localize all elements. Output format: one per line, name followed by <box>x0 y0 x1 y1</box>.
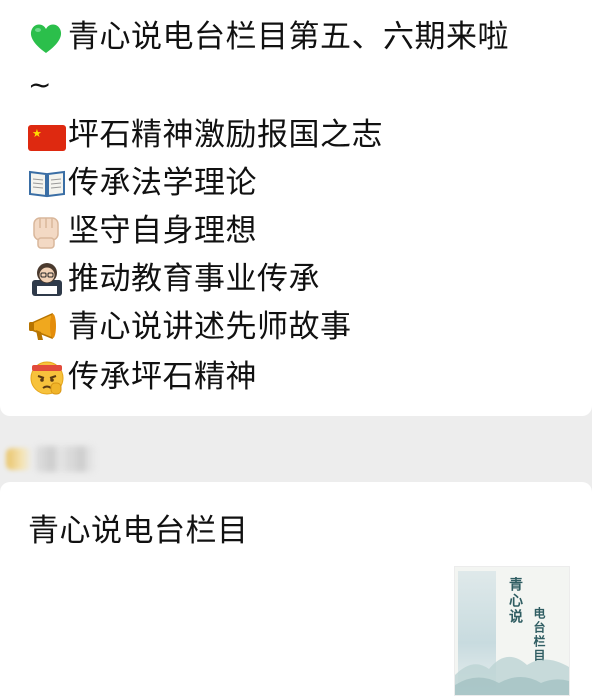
china-flag-icon: ★ <box>28 125 66 151</box>
determined-face-icon <box>28 358 66 396</box>
list-item-text: 推动教育事业传承 <box>68 261 320 297</box>
list-item-text: 传承坪石精神 <box>68 359 257 395</box>
green-heart-icon <box>28 18 66 56</box>
tilde-text: ~ <box>28 68 52 101</box>
list-item: 青心说讲述先师故事 <box>28 304 352 350</box>
list-item: 传承法学理论 <box>28 160 257 206</box>
list-item-text: 青心说讲述先师故事 <box>68 309 352 345</box>
sender-name-blurred <box>36 446 94 472</box>
list-item: 传承坪石精神 <box>28 354 257 400</box>
list-item: 坚守自身理想 <box>28 208 257 254</box>
message-title: 青心说电台栏目第五、六期来啦 <box>68 19 509 55</box>
megaphone-icon <box>28 308 66 346</box>
shared-link-title[interactable]: 青心说电台栏目 <box>28 508 249 554</box>
teacher-icon <box>28 260 66 298</box>
avatar[interactable] <box>6 448 32 470</box>
thumbnail-title-line1: 青心说 <box>507 577 523 625</box>
list-item: ★ 坪石精神激励报国之志 <box>28 112 383 158</box>
message-title-line: 青心说电台栏目第五、六期来啦 <box>28 14 509 60</box>
list-item-text: 坚守自身理想 <box>68 213 257 249</box>
open-book-icon <box>28 164 66 202</box>
list-item-text: 传承法学理论 <box>68 165 257 201</box>
list-item-text: 坪石精神激励报国之志 <box>68 117 383 153</box>
raised-fist-icon <box>28 212 66 250</box>
list-item: 推动教育事业传承 <box>28 256 320 302</box>
link-thumbnail[interactable]: 青心说 电台栏目 <box>454 566 570 696</box>
mountain-illustration <box>455 656 569 695</box>
